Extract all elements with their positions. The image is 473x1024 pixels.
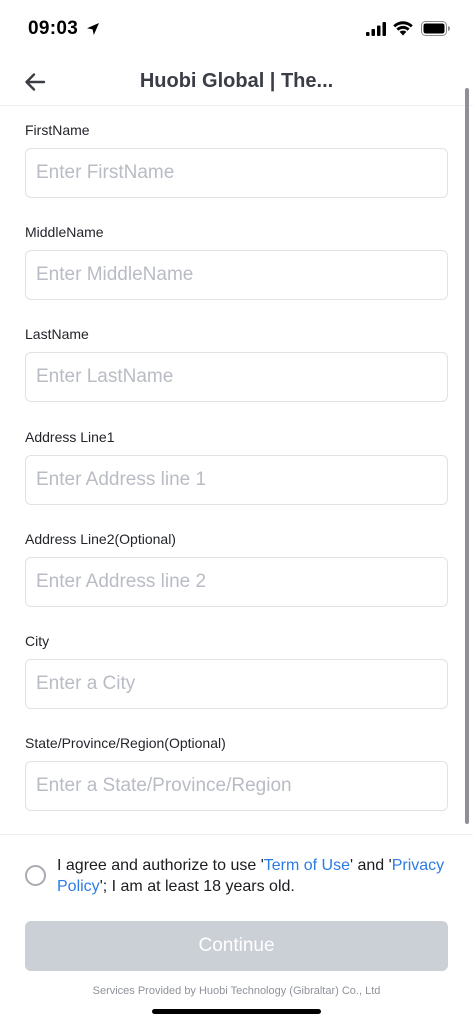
continue-button[interactable]: Continue [25,921,448,971]
home-indicator[interactable] [152,1009,321,1014]
status-bar: 09:03 [0,0,473,60]
wifi-icon [393,21,413,36]
field-address-line-2: Address Line2(Optional) [25,515,448,617]
cellular-signal-icon [366,22,386,36]
navigation-bar: Huobi Global | The... [0,60,473,106]
agreement-prefix: I agree and authorize to use ' [57,857,264,874]
field-middle-name: MiddleName [25,208,448,310]
agreement-middle: ' and ' [350,857,392,874]
field-label: Address Line2(Optional) [25,530,176,547]
agree-radio-button[interactable] [25,865,46,886]
field-label: City [25,632,50,649]
last-name-input[interactable] [25,352,448,403]
agreement-text: I agree and authorize to use 'Term of Us… [57,855,452,897]
battery-icon [421,21,450,36]
page-title: Huobi Global | The... [139,70,334,92]
field-label: FirstName [25,122,90,138]
field-first-name: FirstName [25,106,448,208]
first-name-input[interactable] [25,148,448,198]
field-label: MiddleName [25,224,104,241]
field-city: City [25,617,448,719]
field-address-line-1: Address Line1 [25,413,448,515]
state-province-region-input[interactable] [25,761,448,812]
address-form: FirstName MiddleName LastName Address Li… [25,106,448,821]
address-line-2-input[interactable] [25,556,448,607]
location-arrow-icon [87,23,99,35]
address-line-1-input[interactable] [25,454,448,505]
field-state-province-region: State/Province/Region(Optional) [25,719,448,821]
status-time: 09:03 [28,18,79,39]
term-of-use-link[interactable]: Term of Use [264,857,350,874]
field-label: Address Line1 [25,428,115,445]
field-label: LastName [25,326,89,343]
scrollbar[interactable] [465,88,469,824]
city-input[interactable] [25,658,448,709]
provider-text: Services Provided by Huobi Technology (G… [92,985,381,997]
middle-name-input[interactable] [25,250,448,301]
field-label: State/Province/Region(Optional) [25,735,226,752]
agreement-suffix: '; I am at least 18 years old. [99,878,295,895]
footer: I agree and authorize to use 'Term of Us… [0,834,473,1024]
field-last-name: LastName [25,310,448,412]
